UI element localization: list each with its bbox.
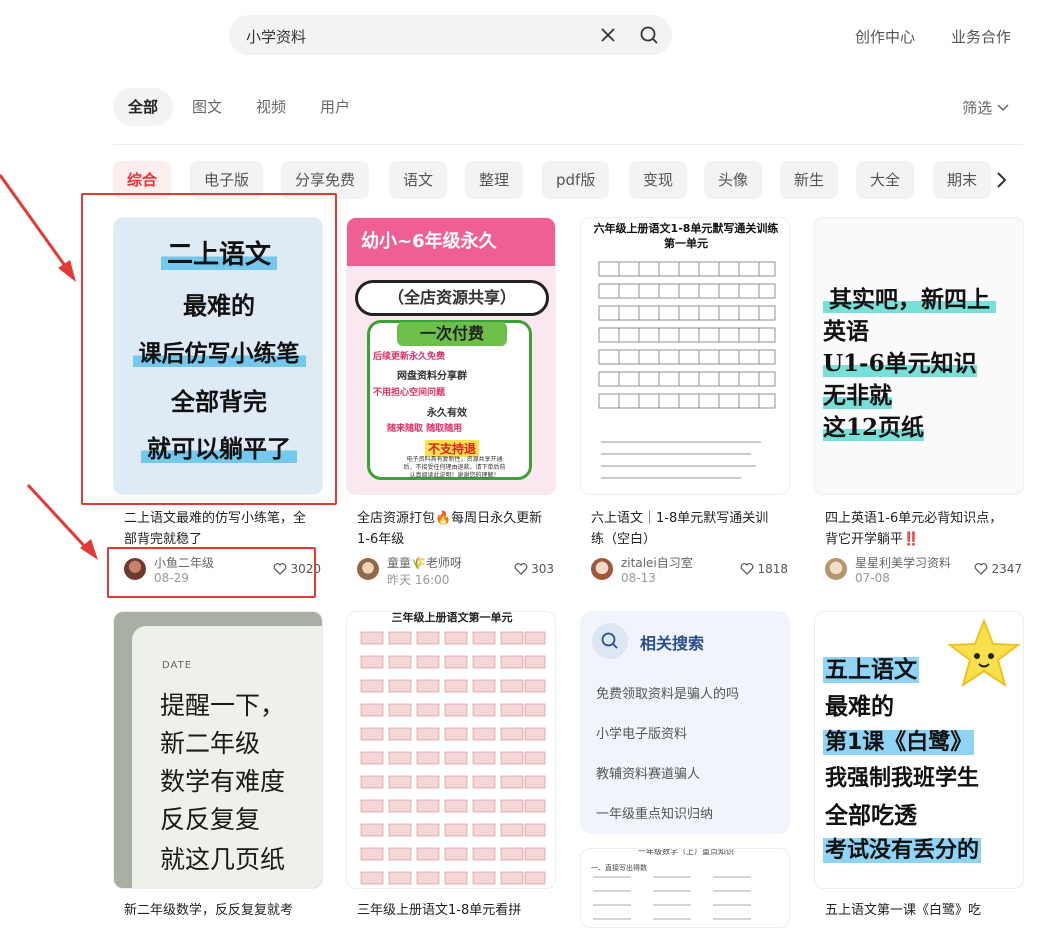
post-date: 昨天 16:00 — [387, 573, 450, 587]
cover-line: 新二年级 — [160, 729, 261, 758]
author-row: 星星利美学习资料 07-08 2347 — [825, 554, 1022, 585]
card-title[interactable]: 六上语文｜1-8单元默写通关训练（空白） — [591, 508, 781, 550]
cover-image[interactable]: 六年级上册语文1-8单元默写通关训练 第一单元 — [580, 217, 790, 495]
note-card[interactable]: 三年级上册语文第一单元 三年级上册语文1-8单元看拼 — [346, 611, 556, 918]
related-item[interactable]: 小学电子版资料 — [596, 723, 687, 742]
cover-line: 三年级上册语文第一单元 — [391, 611, 513, 624]
like-count: 303 — [531, 562, 554, 576]
avatar[interactable] — [357, 558, 379, 580]
chip-monetize[interactable]: 变现 — [629, 161, 688, 199]
cover-line: 一年级数学（上）重点知识 — [638, 848, 734, 856]
cover-line: 其实吧，新四上 — [823, 286, 996, 313]
cover-line: 一、直接写出得数 — [591, 864, 647, 872]
heart-icon — [514, 563, 528, 575]
cover-line: 我强制我班学生 — [825, 766, 980, 791]
like-button[interactable]: 2347 — [974, 562, 1022, 576]
cover-line: 不支持退 — [425, 440, 480, 457]
cover-line: 第一单元 — [664, 237, 708, 250]
cover-image[interactable]: 幼小~6年级永久 （全店资源共享） 一次付费 后续更新永久免费 网盘资料分享群 … — [346, 217, 556, 495]
cover-image[interactable]: 其实吧，新四上 英语 U1-6单元知识 无非就 这12页纸 — [814, 217, 1024, 495]
avatar[interactable] — [825, 558, 847, 580]
author-name[interactable]: zitalei自习室 — [621, 554, 693, 571]
card-title[interactable]: 二上语文最难的仿写小练笔，全部背完就稳了 — [124, 508, 314, 550]
highlight-box — [81, 193, 337, 505]
card-title[interactable]: 五上语文第一课《白鹭》吃 — [825, 900, 1015, 921]
related-title: 相关搜索 — [640, 634, 705, 653]
cover-line: 考试没有丢分的 — [823, 838, 982, 863]
cover-line: 随来随取 随取随用 — [387, 424, 463, 434]
cover-line: U1-6单元知识 — [823, 350, 977, 377]
worksheet-grid — [598, 261, 776, 409]
cover-line: 反反复复 — [160, 805, 261, 834]
like-count: 1818 — [757, 562, 788, 576]
author-row: zitalei自习室 08-13 1818 — [591, 554, 788, 585]
note-card[interactable]: DATE 提醒一下， 新二年级 数学有难度 反反复复 就这几页纸 新二年级数学，… — [113, 611, 323, 918]
cover-line: 一次付费 — [397, 322, 507, 346]
chevron-right-icon[interactable] — [990, 168, 1012, 192]
cover-line: 幼小~6年级永久 — [347, 218, 555, 266]
heart-icon — [975, 563, 988, 575]
search-icon — [592, 623, 628, 659]
chip-pdf[interactable]: pdf版 — [542, 161, 610, 199]
cover-line: 最难的 — [825, 694, 894, 720]
note-card[interactable]: 五上语文 最难的 第1课《白鹭》 我强制我班学生 全部吃透 考试没有丢分的 五上… — [814, 611, 1024, 918]
chip-chinese[interactable]: 语文 — [389, 161, 448, 199]
author-row: 童童🌾老师呀 昨天 16:00 303 — [357, 554, 554, 587]
card-title[interactable]: 三年级上册语文1-8单元看拼 — [357, 900, 547, 921]
star-sticker — [947, 618, 1021, 688]
cover-line: 英语 — [823, 318, 869, 345]
related-searches: 相关搜索 免费领取资料是骗人的吗 小学电子版资料 教辅资料赛道骗人 一年级重点知… — [580, 611, 790, 834]
worksheet-lines — [601, 441, 761, 479]
cover-line: 提醒一下， — [160, 691, 286, 720]
like-button[interactable]: 1818 — [740, 562, 788, 576]
cover-image[interactable]: 一年级数学（上）重点知识 一、直接写出得数 — [580, 848, 790, 928]
like-count: 2347 — [991, 562, 1022, 576]
cover-line: 永久有效 — [427, 408, 467, 419]
keyword-chips: 综合 电子版 分享免费 语文 整理 pdf版 变现 头像 新生 大全 期末 — [113, 0, 1013, 220]
cover-line: 全部吃透 — [825, 803, 917, 829]
chip-avatar[interactable]: 头像 — [704, 161, 763, 199]
cover-line: DATE — [162, 660, 193, 671]
cover-line: 后续更新永久免费 — [373, 352, 446, 362]
worksheet-grid — [360, 631, 546, 885]
note-card[interactable]: 其实吧，新四上 英语 U1-6单元知识 无非就 这12页纸 四上英语1-6单元必… — [814, 217, 1024, 597]
cover-image[interactable]: 三年级上册语文第一单元 — [346, 611, 556, 889]
note-card[interactable]: 六年级上册语文1-8单元默写通关训练 第一单元 六上语文｜1-8单元默写通关训练… — [580, 217, 790, 597]
author-name[interactable]: 童童🌾老师呀 — [387, 554, 462, 571]
cover-line: 五上语文 — [823, 657, 919, 683]
post-date: 08-13 — [621, 571, 656, 585]
cover-line: 网盘资料分享群 — [397, 371, 467, 382]
highlight-box — [107, 547, 316, 598]
heart-icon — [741, 563, 754, 575]
related-item[interactable]: 一年级重点知识归纳 — [596, 803, 713, 822]
post-date: 07-08 — [855, 571, 890, 585]
note-card[interactable]: 一年级数学（上）重点知识 一、直接写出得数 — [580, 848, 790, 928]
cover-line: 第1课《白鹭》 — [823, 730, 975, 755]
avatar[interactable] — [591, 558, 613, 580]
card-title[interactable]: 全店资源打包🔥每周日永久更新1-6年级 — [357, 508, 547, 550]
cover-line: 不用担心空间问题 — [373, 388, 446, 398]
cover-line: 数学有难度 — [160, 767, 286, 796]
cover-line: 这12页纸 — [823, 414, 925, 441]
cover-image[interactable]: DATE 提醒一下， 新二年级 数学有难度 反反复复 就这几页纸 — [113, 611, 323, 889]
chip-freshman[interactable]: 新生 — [780, 161, 839, 199]
card-title[interactable]: 新二年级数学，反反复复就考 — [124, 900, 314, 921]
card-title[interactable]: 四上英语1-6单元必背知识点，背它开学躺平‼️ — [825, 508, 1015, 550]
related-item[interactable]: 免费领取资料是骗人的吗 — [596, 683, 739, 702]
cover-line: （全店资源共享） — [355, 280, 549, 316]
chip-final-exam[interactable]: 期末 — [933, 161, 992, 199]
cover-image[interactable]: 五上语文 最难的 第1课《白鹭》 我强制我班学生 全部吃透 考试没有丢分的 — [814, 611, 1024, 889]
cover-line: 六年级上册语文1-8单元默写通关训练 — [593, 222, 779, 235]
related-item[interactable]: 教辅资料赛道骗人 — [596, 763, 700, 782]
cover-line: 无非就 — [823, 382, 892, 409]
author-name[interactable]: 星星利美学习资料 — [855, 554, 951, 571]
cover-line: 电子资料具有复制性，资源共享开通后，不接受任何理由退款。请下单后前认真阅读此说明… — [403, 456, 506, 479]
chip-organize[interactable]: 整理 — [465, 161, 524, 199]
note-card[interactable]: 幼小~6年级永久 （全店资源共享） 一次付费 后续更新永久免费 网盘资料分享群 … — [346, 217, 556, 597]
chip-collection[interactable]: 大全 — [856, 161, 915, 199]
cover-line: 就这几页纸 — [160, 845, 286, 874]
like-button[interactable]: 303 — [514, 562, 554, 576]
